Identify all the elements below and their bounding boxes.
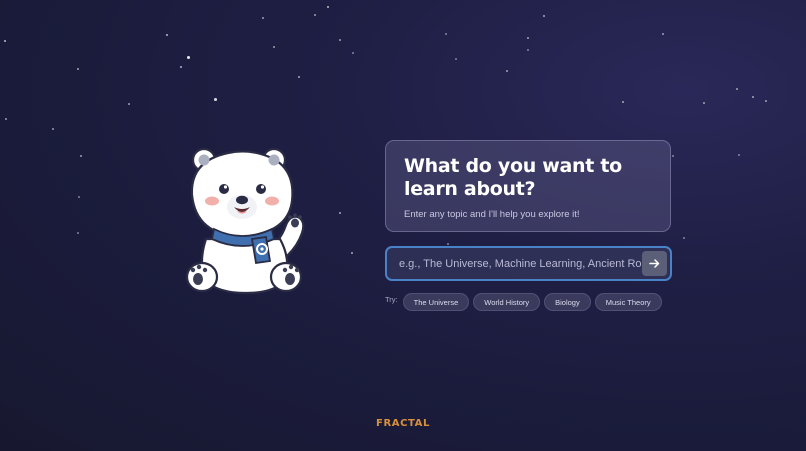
topic-search-input[interactable] (399, 257, 642, 270)
star (77, 232, 79, 234)
star (339, 212, 341, 214)
star (527, 37, 529, 39)
star (455, 58, 457, 60)
try-label: Try: (385, 295, 398, 304)
star (738, 154, 740, 156)
topic-search-bar (385, 246, 672, 281)
suggestion-chip-biology[interactable]: Biology (544, 293, 591, 311)
star (187, 56, 190, 59)
polar-bear-icon (185, 147, 305, 295)
star (622, 101, 624, 103)
hero-card: What do you want to learn about? Enter a… (385, 140, 671, 232)
star (180, 66, 182, 68)
submit-button[interactable] (642, 251, 667, 276)
suggestion-chip-the-universe[interactable]: The Universe (402, 293, 470, 311)
suggestion-row: Try: The Universe World History Biology … (385, 293, 666, 311)
star (77, 68, 79, 70)
suggestion-chip-world-history[interactable]: World History (473, 293, 541, 311)
suggestion-chip-music-theory[interactable]: Music Theory (594, 293, 662, 311)
star (683, 237, 685, 239)
page-subtitle: Enter any topic and I'll help you explor… (404, 209, 580, 220)
star (352, 52, 354, 54)
star (445, 33, 447, 35)
star (5, 118, 7, 120)
star (527, 49, 529, 51)
star (273, 46, 275, 48)
star (4, 40, 6, 42)
star (327, 6, 329, 8)
star (214, 98, 217, 101)
star (506, 70, 508, 72)
star (166, 34, 168, 36)
star (339, 39, 341, 41)
page-title: What do you want to learn about? (404, 155, 622, 200)
star (262, 17, 264, 19)
star (672, 155, 674, 157)
brand-logo: FRACTAL (376, 418, 430, 429)
polar-bear-mascot (184, 143, 308, 295)
star (662, 33, 664, 35)
star (298, 76, 300, 78)
star (351, 252, 353, 254)
arrow-right-icon (649, 259, 660, 268)
star (78, 196, 80, 198)
star (752, 96, 754, 98)
star (736, 88, 738, 90)
star (314, 14, 316, 16)
star (543, 15, 545, 17)
star (80, 155, 82, 157)
star (52, 128, 54, 130)
star (447, 243, 449, 245)
star (765, 100, 767, 102)
star (128, 103, 130, 105)
star (703, 102, 705, 104)
